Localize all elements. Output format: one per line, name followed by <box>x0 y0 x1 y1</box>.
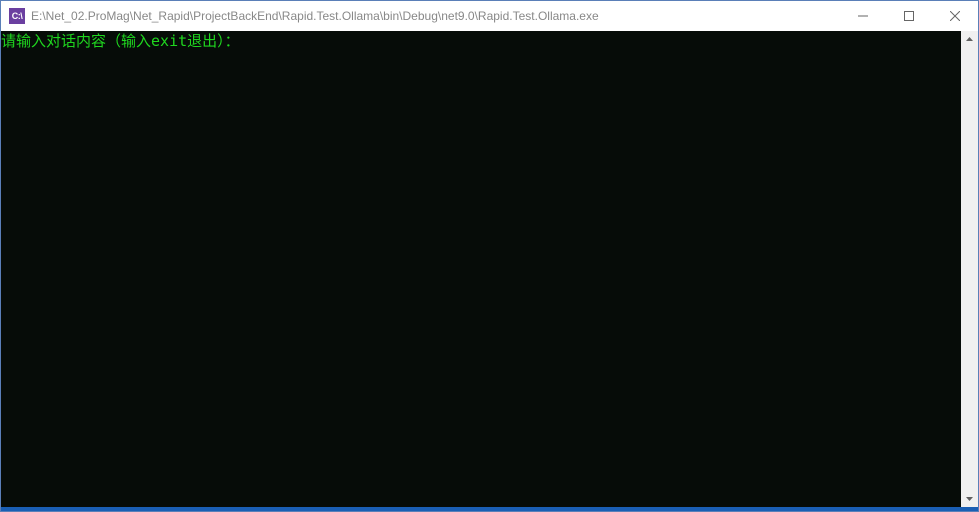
taskbar-strip <box>1 507 978 511</box>
vertical-scrollbar[interactable] <box>961 31 978 507</box>
maximize-button[interactable] <box>886 1 932 31</box>
scrollbar-down-button[interactable] <box>961 490 978 507</box>
console-output[interactable]: 请输入对话内容（输入exit退出）： <box>1 31 961 507</box>
app-icon: C:\ <box>9 8 25 24</box>
console-prompt-line: 请输入对话内容（输入exit退出）： <box>1 33 961 50</box>
chevron-up-icon <box>966 36 973 43</box>
maximize-icon <box>904 11 914 21</box>
minimize-icon <box>858 11 868 21</box>
window-controls <box>840 1 978 31</box>
titlebar[interactable]: C:\ E:\Net_02.ProMag\Net_Rapid\ProjectBa… <box>1 1 978 31</box>
close-button[interactable] <box>932 1 978 31</box>
window-title: E:\Net_02.ProMag\Net_Rapid\ProjectBackEn… <box>31 9 840 23</box>
content-area: 请输入对话内容（输入exit退出）： <box>1 31 978 507</box>
close-icon <box>950 11 960 21</box>
chevron-down-icon <box>966 495 973 502</box>
scrollbar-up-button[interactable] <box>961 31 978 48</box>
scrollbar-track[interactable] <box>961 48 978 490</box>
console-window: C:\ E:\Net_02.ProMag\Net_Rapid\ProjectBa… <box>0 0 979 512</box>
minimize-button[interactable] <box>840 1 886 31</box>
